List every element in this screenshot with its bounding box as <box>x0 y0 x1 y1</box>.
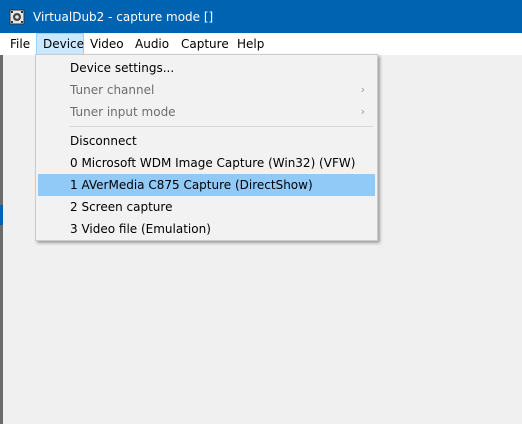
chevron-right-icon: › <box>360 83 365 96</box>
menu-item-label: 2 Screen capture <box>70 200 173 214</box>
window-left-border-accent <box>0 205 3 225</box>
title-bar[interactable]: VirtualDub2 - capture mode [] <box>0 0 522 33</box>
menu-item-device-0[interactable]: 0 Microsoft WDM Image Capture (Win32) (V… <box>38 152 375 174</box>
menu-item-device-3[interactable]: 3 Video file (Emulation) <box>38 218 375 240</box>
menu-item-device-2[interactable]: 2 Screen capture <box>38 196 375 218</box>
window-left-border <box>0 55 3 424</box>
chevron-right-icon: › <box>360 105 365 118</box>
menu-item-label: 3 Video file (Emulation) <box>70 222 211 236</box>
menu-help[interactable]: Help <box>237 33 264 55</box>
menu-item-tuner-channel[interactable]: Tuner channel › <box>38 79 375 101</box>
menu-item-label: Tuner input mode <box>70 105 176 119</box>
device-menu-dropdown: Device settings... Tuner channel › Tuner… <box>35 54 378 241</box>
menu-device[interactable]: Device <box>36 33 84 55</box>
menu-file[interactable]: File <box>10 33 30 55</box>
menu-item-device-settings[interactable]: Device settings... <box>38 57 375 79</box>
menu-separator <box>70 126 373 127</box>
menu-item-label: Disconnect <box>70 134 137 148</box>
menu-item-tuner-input-mode[interactable]: Tuner input mode › <box>38 101 375 123</box>
menu-bar: File Device Video Audio Capture Help <box>0 33 522 55</box>
menu-item-device-1[interactable]: 1 AVerMedia C875 Capture (DirectShow) <box>38 174 375 196</box>
menu-item-label: 0 Microsoft WDM Image Capture (Win32) (V… <box>70 156 356 170</box>
film-camera-icon[interactable] <box>9 9 25 25</box>
menu-item-label: 1 AVerMedia C875 Capture (DirectShow) <box>70 178 313 192</box>
menu-item-label: Tuner channel <box>70 83 155 97</box>
menu-video[interactable]: Video <box>90 33 124 55</box>
menu-audio[interactable]: Audio <box>135 33 169 55</box>
menu-item-disconnect[interactable]: Disconnect <box>38 130 375 152</box>
window-title: VirtualDub2 - capture mode [] <box>33 10 214 24</box>
menu-item-label: Device settings... <box>70 61 175 75</box>
menu-capture[interactable]: Capture <box>181 33 229 55</box>
